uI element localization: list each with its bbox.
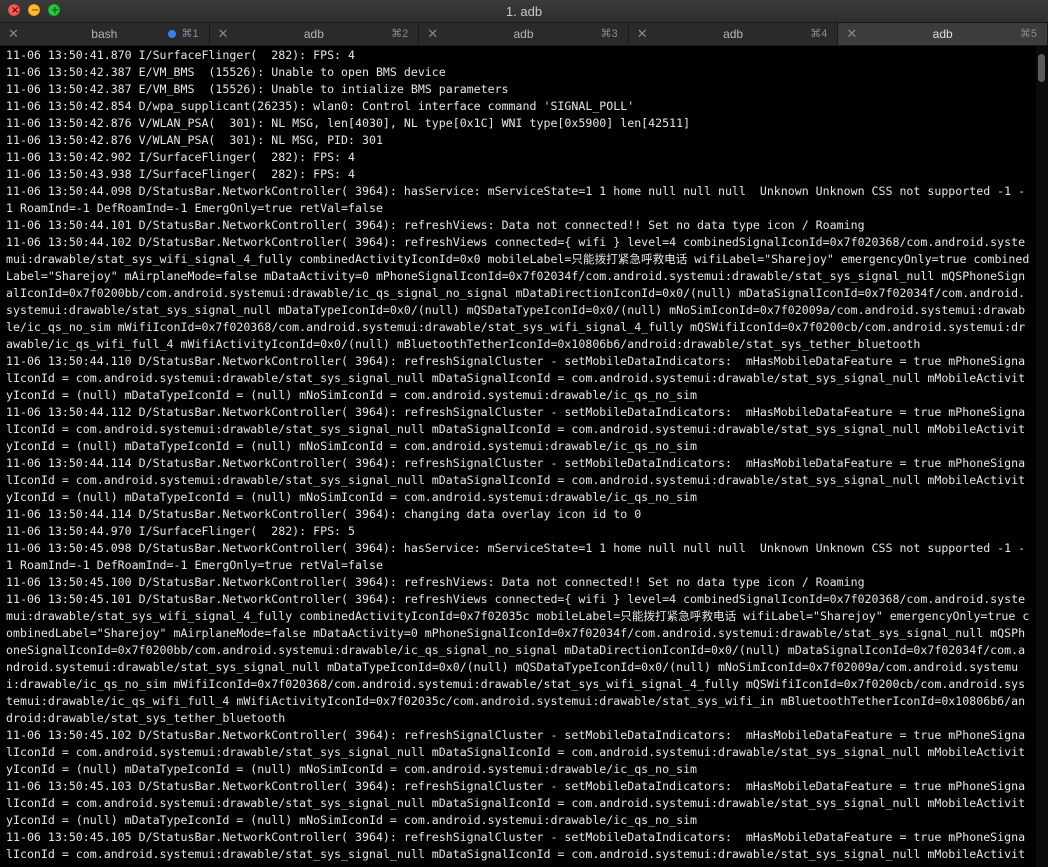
log-line: 11-06 13:50:45.102 D/StatusBar.NetworkCo… (6, 728, 1026, 776)
log-line: 11-06 13:50:44.112 D/StatusBar.NetworkCo… (6, 405, 1026, 453)
log-line: 11-06 13:50:42.854 D/wpa_supplicant(2623… (6, 99, 635, 113)
tab-1[interactable]: ✕ bash ⌘1 (0, 23, 210, 45)
tab-3[interactable]: ✕ adb ⌘3 (419, 23, 629, 45)
close-tab-icon[interactable]: ✕ (637, 26, 648, 42)
tab-shortcut-wrap: ⌘1 (168, 27, 199, 40)
log-line: 11-06 13:50:42.876 V/WLAN_PSA( 301): NL … (6, 116, 691, 130)
log-line: 11-06 13:50:44.114 D/StatusBar.NetworkCo… (6, 456, 1026, 504)
tab-shortcut: ⌘3 (600, 28, 618, 40)
window-title: 1. adb (505, 3, 543, 19)
log-line: 11-06 13:50:41.870 I/SurfaceFlinger( 282… (6, 48, 356, 62)
log-line: 11-06 13:50:45.105 D/StatusBar.NetworkCo… (6, 830, 1026, 867)
log-line: 11-06 13:50:43.938 I/SurfaceFlinger( 282… (6, 167, 356, 181)
window-controls: × − + (8, 4, 60, 16)
log-line: 11-06 13:50:45.101 D/StatusBar.NetworkCo… (6, 592, 1030, 725)
tab-label: adb (932, 27, 953, 41)
tab-4[interactable]: ✕ adb ⌘4 (628, 23, 839, 45)
log-line: 11-06 13:50:44.098 D/StatusBar.NetworkCo… (6, 184, 1026, 215)
log-line: 11-06 13:50:45.100 D/StatusBar.NetworkCo… (6, 575, 865, 589)
close-icon: × (10, 5, 20, 16)
tab-bar: ✕ bash ⌘1 ✕ adb ⌘2 ✕ adb ⌘3 ✕ adb ⌘4 ✕ a… (0, 22, 1048, 46)
close-tab-icon[interactable]: ✕ (218, 26, 229, 42)
scrollbar[interactable] (1036, 46, 1048, 867)
log-line: 11-06 13:50:42.387 E/VM_BMS (15526): Una… (6, 82, 509, 96)
tab-shortcut: ⌘2 (391, 28, 409, 40)
tab-5[interactable]: ✕ adb ⌘5 (838, 23, 1048, 45)
log-line: 11-06 13:50:45.103 D/StatusBar.NetworkCo… (6, 779, 1026, 827)
maximize-icon: + (50, 5, 60, 16)
log-line: 11-06 13:50:44.101 D/StatusBar.NetworkCo… (6, 218, 865, 232)
minimize-icon: − (30, 5, 40, 16)
close-tab-icon[interactable]: ✕ (846, 26, 857, 42)
close-tab-icon[interactable]: ✕ (8, 26, 19, 42)
tab-label: adb (723, 27, 744, 41)
tab-2[interactable]: ✕ adb ⌘2 (209, 23, 420, 45)
terminal-output[interactable]: 11-06 13:50:41.870 I/SurfaceFlinger( 282… (0, 46, 1048, 867)
log-line: 11-06 13:50:44.102 D/StatusBar.NetworkCo… (6, 235, 1030, 351)
scrollbar-thumb[interactable] (1038, 54, 1045, 82)
tab-label: adb (303, 27, 324, 41)
close-tab-icon[interactable]: ✕ (427, 26, 438, 42)
log-line: 11-06 13:50:45.098 D/StatusBar.NetworkCo… (6, 541, 1026, 572)
tab-label: adb (513, 27, 534, 41)
tab-shortcut: ⌘1 (181, 28, 199, 40)
log-output: 11-06 13:50:41.870 I/SurfaceFlinger( 282… (0, 46, 1036, 867)
log-line: 11-06 13:50:44.970 I/SurfaceFlinger( 282… (6, 524, 356, 538)
maximize-button[interactable]: + (48, 4, 60, 16)
close-button[interactable]: × (8, 4, 20, 16)
activity-dot-icon (168, 29, 177, 38)
log-line: 11-06 13:50:44.114 D/StatusBar.NetworkCo… (6, 507, 642, 521)
tab-shortcut: ⌘4 (810, 28, 828, 40)
tab-label: bash (91, 27, 118, 41)
log-line: 11-06 13:50:42.876 V/WLAN_PSA( 301): NL … (6, 133, 383, 147)
tab-shortcut: ⌘5 (1019, 28, 1037, 40)
log-line: 11-06 13:50:42.902 I/SurfaceFlinger( 282… (6, 150, 356, 164)
log-line: 11-06 13:50:42.387 E/VM_BMS (15526): Una… (6, 65, 446, 79)
minimize-button[interactable]: − (28, 4, 40, 16)
terminal-window: × − + 1. adb ✕ bash ⌘1 ✕ adb ⌘2 ✕ adb ⌘3… (0, 0, 1048, 867)
log-line: 11-06 13:50:44.110 D/StatusBar.NetworkCo… (6, 354, 1026, 402)
title-bar[interactable]: × − + 1. adb (0, 0, 1048, 22)
